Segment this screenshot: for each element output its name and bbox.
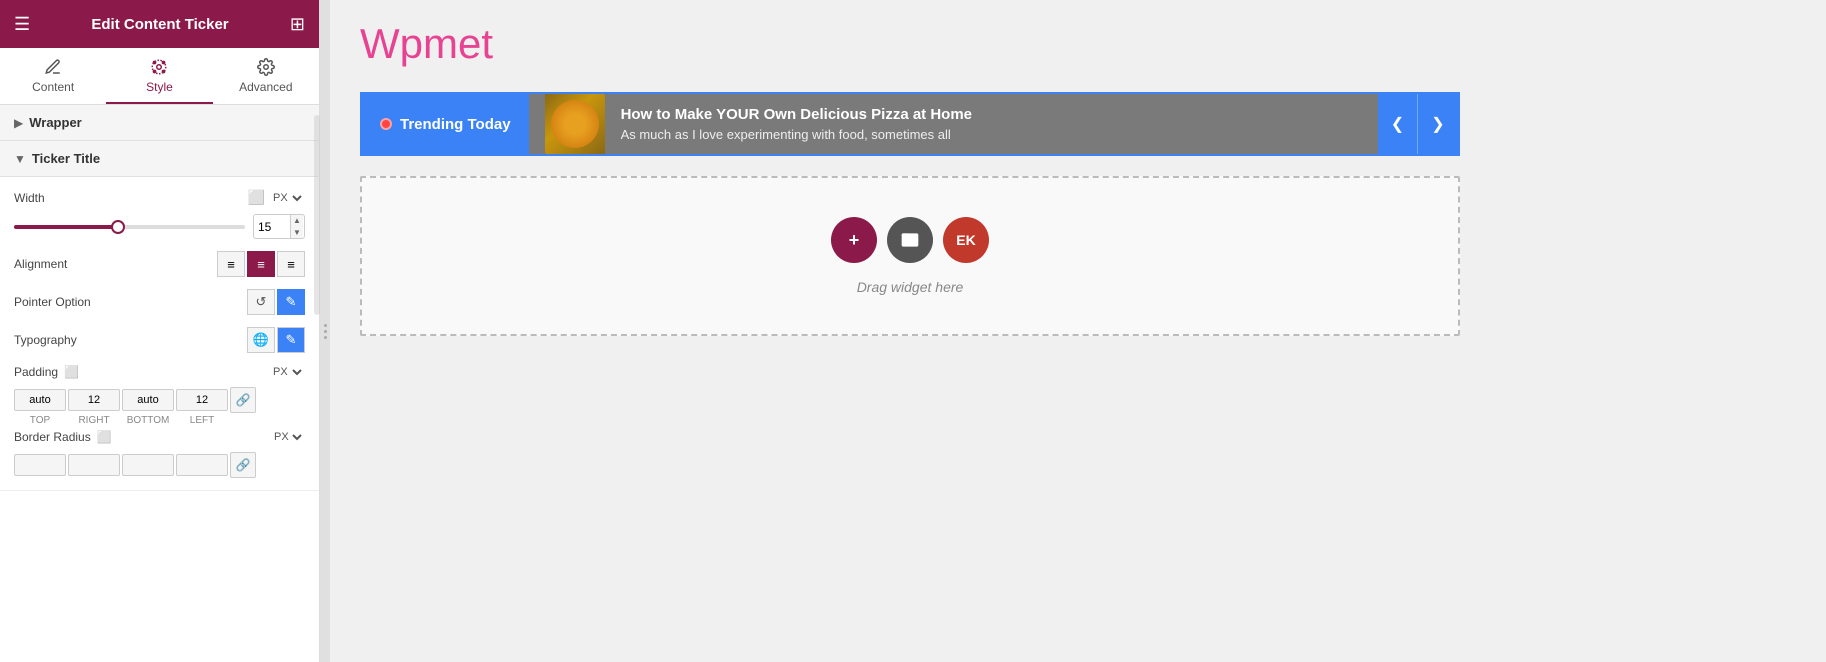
- gear-icon: [257, 58, 275, 76]
- width-label: Width: [14, 191, 45, 205]
- border-radius-inputs-row: 🔗: [14, 452, 305, 478]
- palette-icon: [150, 58, 168, 76]
- sidebar-title: Edit Content Ticker: [91, 16, 228, 33]
- padding-section: Padding ⬜ PX % em: [14, 365, 305, 426]
- ticker-dot: [380, 118, 392, 130]
- wpmet-title: Wpmet: [360, 20, 1796, 68]
- align-left-button[interactable]: ≡: [217, 251, 245, 277]
- ticker-title-fields: Width ⬜ PX % em: [0, 177, 319, 491]
- border-radius-tl-input[interactable]: [14, 454, 66, 476]
- grid-icon[interactable]: ⊞: [290, 14, 305, 35]
- typography-buttons: 🌐 ✎: [247, 327, 305, 353]
- pointer-reset-button[interactable]: ↺: [247, 289, 275, 315]
- pointer-buttons: ↺ ✎: [247, 289, 305, 315]
- pointer-edit-button[interactable]: ✎: [277, 289, 305, 315]
- chevron-down-icon: ▼: [14, 152, 26, 166]
- padding-row: Padding ⬜ PX % em: [14, 365, 305, 379]
- width-slider-fill: [14, 225, 118, 229]
- wrapper-label: Wrapper: [29, 115, 82, 130]
- border-radius-screen-icon: ⬜: [97, 430, 112, 444]
- pointer-option-label: Pointer Option: [14, 295, 91, 309]
- width-input-arrows[interactable]: ▲ ▼: [290, 215, 303, 238]
- width-unit-select[interactable]: PX % em: [269, 191, 305, 205]
- resize-dots: [324, 324, 327, 339]
- ticker-label: Trending Today: [362, 94, 529, 154]
- border-radius-row: Border Radius ⬜ PX %: [14, 430, 305, 444]
- width-down-arrow[interactable]: ▼: [291, 227, 303, 239]
- tab-advanced[interactable]: Advanced: [213, 48, 319, 104]
- ek-button[interactable]: EK: [943, 217, 989, 263]
- border-radius-unit-select[interactable]: PX %: [270, 430, 305, 444]
- pointer-option-row: Pointer Option ↺ ✎: [14, 289, 305, 315]
- padding-link-button[interactable]: 🔗: [230, 387, 256, 413]
- drop-text: Drag widget here: [857, 279, 964, 295]
- ticker-nav: ❮ ❯: [1378, 94, 1458, 154]
- folder-icon: [900, 230, 920, 250]
- tab-content[interactable]: Content: [0, 48, 106, 104]
- typography-edit-button[interactable]: ✎: [277, 327, 305, 353]
- alignment-label: Alignment: [14, 257, 67, 271]
- border-radius-br-input[interactable]: [122, 454, 174, 476]
- ticker-sub-text: As much as I love experimenting with foo…: [621, 127, 972, 142]
- padding-right-input[interactable]: [68, 389, 120, 411]
- resize-handle[interactable]: [320, 0, 330, 662]
- alignment-buttons: ≡ ≡ ≡: [217, 251, 305, 277]
- alignment-row: Alignment ≡ ≡ ≡: [14, 251, 305, 277]
- align-right-button[interactable]: ≡: [277, 251, 305, 277]
- sidebar-tabs: Content Style Advanced: [0, 48, 319, 105]
- ticker-title-header[interactable]: ▼ Ticker Title: [0, 141, 319, 177]
- ticker-next-button[interactable]: ❯: [1418, 94, 1458, 154]
- width-slider-thumb[interactable]: [111, 220, 125, 234]
- padding-unit-select[interactable]: PX % em: [269, 365, 305, 379]
- ticker-content: How to Make YOUR Own Delicious Pizza at …: [529, 94, 1378, 154]
- width-slider-row: ▲ ▼: [14, 214, 305, 239]
- wrapper-section-header[interactable]: ▶ Wrapper: [0, 105, 319, 141]
- sidebar-header: ☰ Edit Content Ticker ⊞: [0, 0, 319, 48]
- drop-zone[interactable]: + EK Drag widget here: [360, 176, 1460, 336]
- padding-bottom-input[interactable]: [122, 389, 174, 411]
- padding-left-input[interactable]: [176, 389, 228, 411]
- add-widget-button[interactable]: +: [831, 217, 877, 263]
- drop-buttons: + EK: [831, 217, 989, 263]
- width-up-arrow[interactable]: ▲: [291, 215, 303, 227]
- border-radius-bl-input[interactable]: [176, 454, 228, 476]
- ticker-prev-button[interactable]: ❮: [1378, 94, 1418, 154]
- width-number-input[interactable]: ▲ ▼: [253, 214, 305, 239]
- width-input-field[interactable]: [254, 217, 290, 237]
- typography-row: Typography 🌐 ✎: [14, 327, 305, 353]
- ticker-text-group: How to Make YOUR Own Delicious Pizza at …: [621, 106, 972, 142]
- typography-globe-button[interactable]: 🌐: [247, 327, 275, 353]
- ticker-main-text: How to Make YOUR Own Delicious Pizza at …: [621, 106, 972, 123]
- typography-label: Typography: [14, 333, 77, 347]
- chevron-right-icon: ▶: [14, 116, 23, 130]
- folder-button[interactable]: [887, 217, 933, 263]
- border-radius-link-button[interactable]: 🔗: [230, 452, 256, 478]
- ticker-thumbnail: [545, 94, 605, 154]
- tab-style[interactable]: Style: [106, 48, 212, 104]
- padding-label: Padding: [14, 365, 58, 379]
- width-slider-track[interactable]: [14, 225, 245, 229]
- width-screen-icon: ⬜: [248, 189, 265, 206]
- sidebar-body: ▶ Wrapper ▼ Ticker Title Width ⬜: [0, 105, 319, 662]
- padding-screen-icon: ⬜: [64, 365, 79, 379]
- ticker-image: [545, 94, 605, 154]
- ticker-title-label: Ticker Title: [32, 151, 100, 166]
- ticker-label-text: Trending Today: [400, 116, 511, 133]
- ticker-title-section: ▼ Ticker Title Width ⬜ PX % em: [0, 141, 319, 491]
- align-center-button[interactable]: ≡: [247, 251, 275, 277]
- main-content: Wpmet Trending Today How to Make YOUR Ow…: [330, 0, 1826, 662]
- border-radius-label: Border Radius: [14, 430, 91, 444]
- width-row: Width ⬜ PX % em: [14, 189, 305, 206]
- padding-labels: TOP RIGHT BOTTOM LEFT: [14, 415, 305, 426]
- padding-inputs-row: 🔗: [14, 387, 305, 413]
- padding-top-input[interactable]: [14, 389, 66, 411]
- ticker-bar: Trending Today How to Make YOUR Own Deli…: [360, 92, 1460, 156]
- border-radius-tr-input[interactable]: [68, 454, 120, 476]
- scroll-handle[interactable]: [314, 115, 320, 315]
- pencil-icon: [44, 58, 62, 76]
- hamburger-icon[interactable]: ☰: [14, 14, 30, 35]
- border-radius-section: Border Radius ⬜ PX %: [14, 430, 305, 478]
